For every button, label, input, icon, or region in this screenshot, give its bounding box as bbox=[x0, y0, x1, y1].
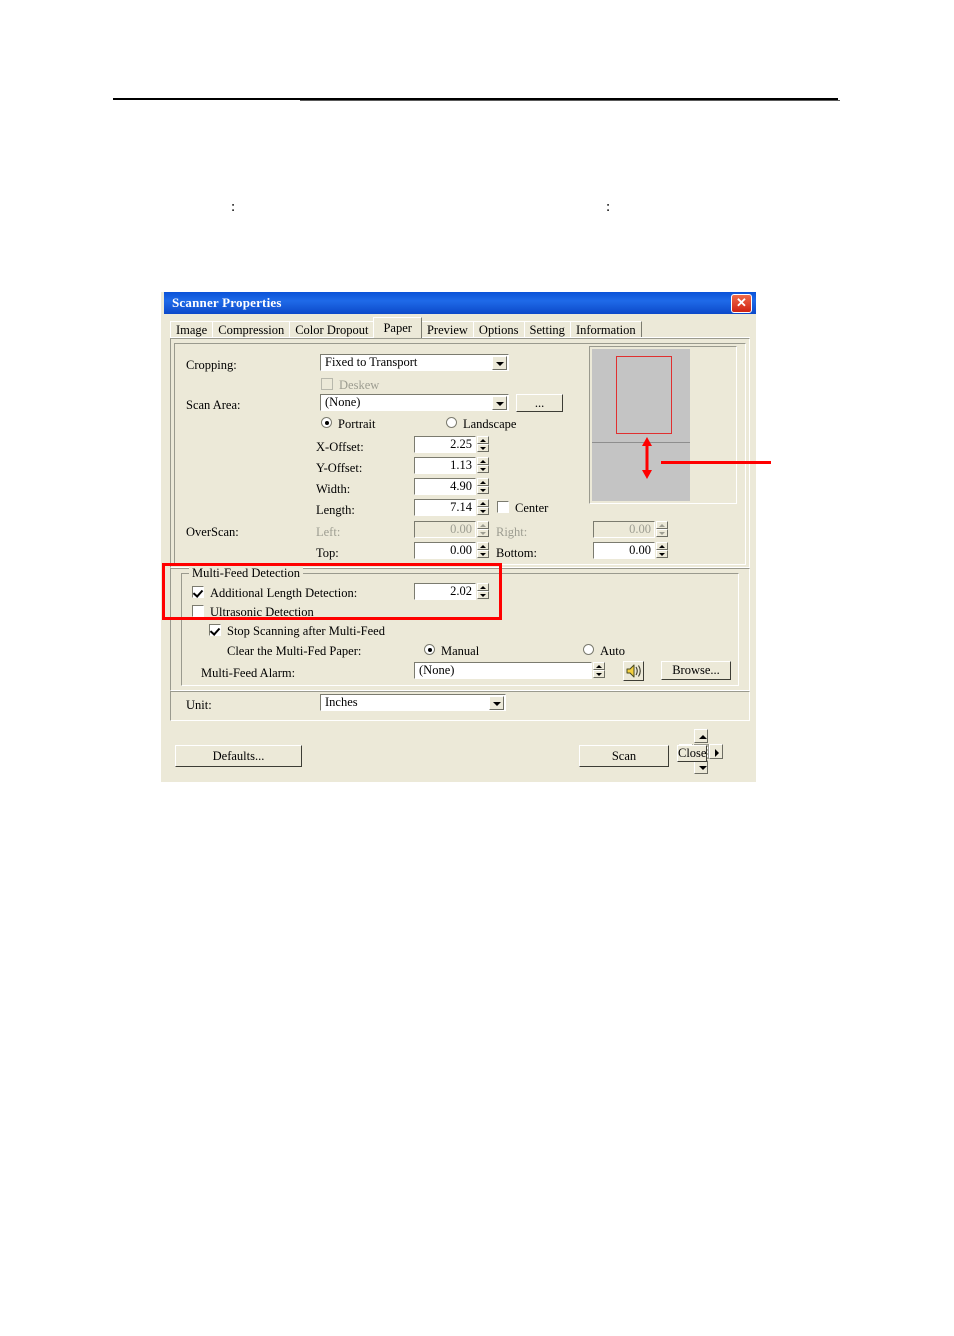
tab-information[interactable]: Information bbox=[569, 321, 642, 338]
tab-image[interactable]: Image bbox=[170, 321, 214, 338]
tab-strip: Image Compression Color Dropout Paper Pr… bbox=[170, 317, 750, 338]
tab-preview[interactable]: Preview bbox=[420, 321, 474, 338]
cropping-value: Fixed to Transport bbox=[325, 355, 418, 369]
stop-scanning-checkbox[interactable] bbox=[209, 624, 221, 636]
chevron-down-icon[interactable] bbox=[492, 395, 507, 410]
multi-feed-alarm-input[interactable]: (None) bbox=[414, 662, 592, 679]
landscape-radio[interactable] bbox=[446, 417, 457, 428]
overscan-top-input[interactable]: 0.00 bbox=[414, 542, 476, 559]
multi-feed-group-label: Multi-Feed Detection bbox=[189, 566, 303, 580]
ultrasonic-detection-label: Ultrasonic Detection bbox=[210, 605, 314, 619]
close-icon[interactable]: ✕ bbox=[731, 294, 752, 313]
cropping-label: Cropping: bbox=[186, 358, 237, 372]
deskew-label: Deskew bbox=[339, 378, 380, 392]
length-stepper[interactable] bbox=[477, 499, 489, 516]
nudge-up-icon[interactable] bbox=[694, 729, 708, 743]
annotation-callout-line bbox=[661, 461, 771, 464]
overscan-left-label: Left: bbox=[316, 525, 341, 539]
unit-value: Inches bbox=[325, 695, 358, 709]
overscan-bottom-input[interactable]: 0.00 bbox=[593, 542, 655, 559]
dialog-titlebar: Scanner Properties ✕ bbox=[164, 292, 756, 314]
overscan-bottom-stepper[interactable] bbox=[656, 542, 668, 559]
x-offset-label: X-Offset: bbox=[316, 440, 364, 454]
deskew-checkbox[interactable] bbox=[321, 378, 333, 390]
scan-area-select[interactable]: (None) bbox=[320, 394, 509, 411]
body-text-colon-right: : bbox=[606, 199, 611, 215]
tab-paper[interactable]: Paper bbox=[373, 317, 422, 338]
annotation-double-arrow-icon bbox=[642, 437, 652, 479]
additional-length-detection-label: Additional Length Detection: bbox=[210, 586, 358, 600]
tab-setting[interactable]: Setting bbox=[523, 321, 571, 338]
tab-options[interactable]: Options bbox=[472, 321, 525, 338]
defaults-button[interactable]: Defaults... bbox=[175, 745, 302, 767]
tab-color-dropout[interactable]: Color Dropout bbox=[289, 321, 375, 338]
clear-auto-radio[interactable] bbox=[583, 644, 594, 655]
scan-area-value: (None) bbox=[325, 395, 361, 409]
width-label: Width: bbox=[316, 482, 351, 496]
cropping-select[interactable]: Fixed to Transport bbox=[320, 354, 509, 371]
page-header-rule-thin bbox=[300, 100, 840, 101]
overscan-top-stepper[interactable] bbox=[477, 542, 489, 559]
unit-select[interactable]: Inches bbox=[320, 694, 506, 711]
width-input[interactable]: 4.90 bbox=[414, 478, 476, 495]
body-text-colon-left: : bbox=[231, 199, 236, 215]
chevron-down-icon[interactable] bbox=[489, 695, 504, 710]
scan-button[interactable]: Scan bbox=[579, 745, 669, 767]
close-button[interactable]: Close bbox=[677, 745, 708, 762]
x-offset-stepper[interactable] bbox=[477, 436, 489, 453]
nudge-right-icon[interactable] bbox=[709, 744, 723, 759]
y-offset-input[interactable]: 1.13 bbox=[414, 457, 476, 474]
x-offset-input[interactable]: 2.25 bbox=[414, 436, 476, 453]
y-offset-label: Y-Offset: bbox=[316, 461, 363, 475]
overscan-bottom-label: Bottom: bbox=[496, 546, 537, 560]
overscan-label: OverScan: bbox=[186, 525, 239, 539]
clear-manual-label: Manual bbox=[441, 644, 480, 658]
speaker-glyph bbox=[626, 664, 641, 678]
multi-feed-alarm-label: Multi-Feed Alarm: bbox=[201, 666, 296, 680]
nudge-down-icon[interactable] bbox=[694, 760, 708, 774]
chevron-down-icon[interactable] bbox=[492, 355, 507, 370]
portrait-radio[interactable] bbox=[321, 417, 332, 428]
unit-label: Unit: bbox=[186, 698, 212, 712]
center-checkbox[interactable] bbox=[497, 501, 509, 513]
landscape-label: Landscape bbox=[463, 417, 517, 431]
length-input[interactable]: 7.14 bbox=[414, 499, 476, 516]
preview-crop-rectangle[interactable] bbox=[616, 356, 672, 434]
center-label: Center bbox=[515, 501, 549, 515]
portrait-label: Portrait bbox=[338, 417, 376, 431]
length-label: Length: bbox=[316, 503, 355, 517]
multi-feed-alarm-stepper[interactable] bbox=[593, 662, 605, 679]
y-offset-stepper[interactable] bbox=[477, 457, 489, 474]
speaker-icon[interactable] bbox=[623, 661, 644, 681]
additional-length-input[interactable]: 2.02 bbox=[414, 583, 476, 600]
additional-length-stepper[interactable] bbox=[477, 583, 489, 600]
clear-manual-radio[interactable] bbox=[424, 644, 435, 655]
scan-area-browse-button[interactable]: ... bbox=[516, 394, 563, 412]
width-stepper[interactable] bbox=[477, 478, 489, 495]
tab-compression[interactable]: Compression bbox=[212, 321, 291, 338]
clear-multi-fed-paper-label: Clear the Multi-Fed Paper: bbox=[227, 644, 362, 658]
additional-length-detection-checkbox[interactable] bbox=[192, 586, 204, 598]
overscan-right-label: Right: bbox=[496, 525, 528, 539]
overscan-right-stepper[interactable] bbox=[656, 521, 668, 538]
overscan-top-label: Top: bbox=[316, 546, 339, 560]
dialog-title: Scanner Properties bbox=[172, 295, 282, 310]
alarm-browse-button[interactable]: Browse... bbox=[661, 661, 731, 680]
overscan-left-input[interactable]: 0.00 bbox=[414, 521, 476, 538]
ultrasonic-detection-checkbox[interactable] bbox=[192, 605, 204, 617]
stop-scanning-label: Stop Scanning after Multi-Feed bbox=[227, 624, 385, 638]
scanner-properties-dialog: Scanner Properties ✕ Image Compression C… bbox=[161, 292, 756, 782]
overscan-right-input[interactable]: 0.00 bbox=[593, 521, 655, 538]
overscan-left-stepper[interactable] bbox=[477, 521, 489, 538]
clear-auto-label: Auto bbox=[600, 644, 625, 658]
scan-area-label: Scan Area: bbox=[186, 398, 241, 412]
